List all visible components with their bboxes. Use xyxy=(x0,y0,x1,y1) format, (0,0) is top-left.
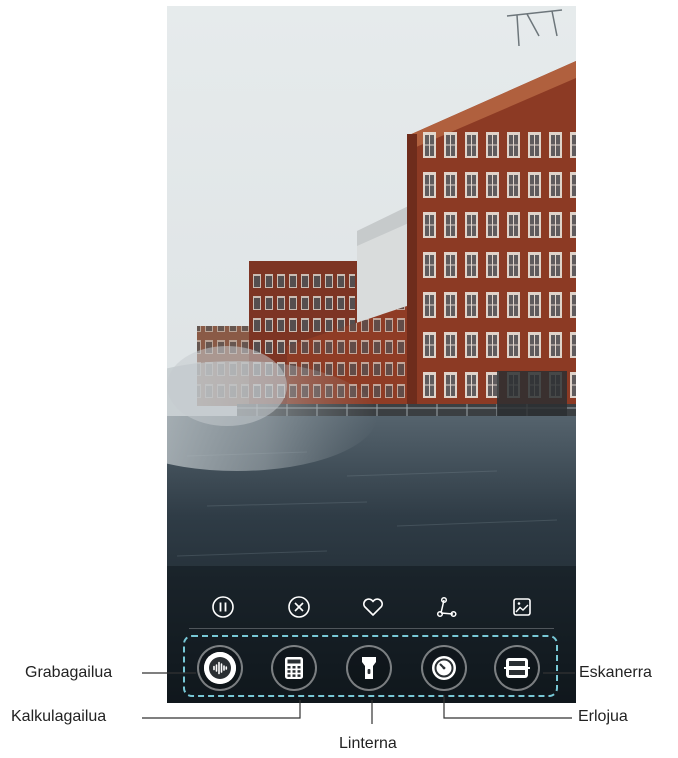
scanner-callout: Eskanerra xyxy=(579,664,652,681)
flashlight-callout: Linterna xyxy=(339,735,397,752)
clock-callout: Erlojua xyxy=(578,708,628,725)
recorder-callout: Grabagailua xyxy=(25,664,113,681)
callout-leader-lines xyxy=(142,672,575,724)
calculator-callout: Kalkulagailua xyxy=(11,708,107,725)
